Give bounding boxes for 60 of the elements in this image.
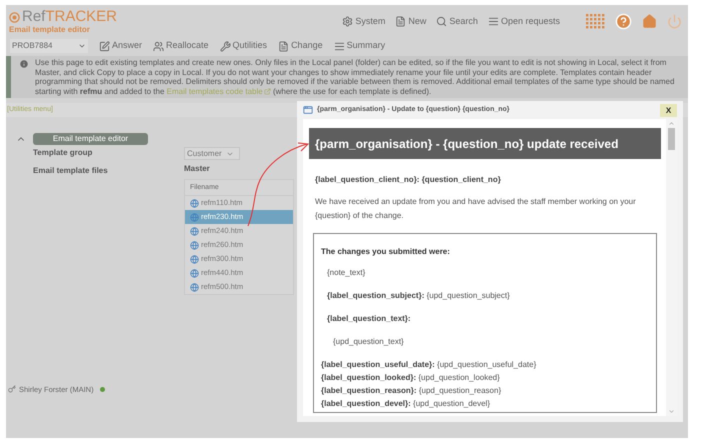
key-icon: [8, 385, 16, 394]
field-line: {label_question_looked}: {upd_question_looked}: [321, 372, 501, 384]
info-text: Use this page to edit existing templates and create new ones. Only files in the Local panel (folder) can be edited, so if the file you want to edit is not showing in Local, select it from Master, and click Copy to place a copy in Local. If you do not want your changes to show immediately rename your file until your edits are complete. Templates contain header programming that should not be removed. Delimiters should only be removed if the variable between them is removed. Additional email templates of the same type should be named starting with refmu and added to the Email templates code table (where the use for each template is defined).: [35, 58, 676, 96]
field-line: {label_question_subject}: {upd_question_subject}: [327, 290, 511, 302]
group-select[interactable]: Customer: [184, 147, 240, 160]
tools-icon: [220, 40, 231, 52]
field-line: {label_question_devel}: {upd_question_devel}: [321, 398, 492, 410]
help-icon[interactable]: [615, 13, 632, 30]
browser-file-icon: [190, 198, 199, 208]
power-icon[interactable]: [667, 14, 682, 29]
gear-icon: [342, 16, 354, 27]
client-line: {label_question_client_no}: {question_client_no}: [315, 174, 502, 186]
panel-title: Master: [184, 163, 211, 175]
nav-link[interactable]: New: [395, 14, 426, 28]
browser-file-icon: [190, 254, 199, 264]
window-icon: [303, 105, 313, 115]
browser-file-icon: [190, 282, 199, 292]
email-heading: {parm_organisation} - {question_no} update received: [309, 128, 661, 159]
nav-link[interactable]: Search: [436, 14, 478, 28]
scroll-up-icon[interactable]: [668, 120, 675, 127]
close-button[interactable]: X: [660, 104, 677, 116]
placeholder-text: {note_text}: [327, 267, 366, 279]
field-label: Email template files: [33, 165, 109, 177]
document-icon: [278, 40, 290, 52]
field-line: {label_question_reason}: {upd_question_reason}: [321, 385, 502, 397]
logo-icon: [9, 12, 20, 22]
section-button[interactable]: Email template editor: [33, 133, 148, 145]
field-label: {label_question_text}:: [327, 313, 412, 325]
toolbar-button[interactable]: Answer: [99, 39, 142, 53]
pencil-icon: [99, 40, 110, 52]
nav-link[interactable]: System: [342, 14, 386, 28]
browser-file-icon: [190, 240, 199, 250]
people-icon: [153, 40, 164, 52]
scroll-down-icon[interactable]: [668, 408, 675, 415]
scroll-thumb[interactable]: [668, 128, 675, 150]
home-icon[interactable]: [642, 14, 657, 29]
toolbar-button[interactable]: Reallocate: [153, 39, 209, 53]
placeholder-text: {upd_question_text}: [333, 336, 405, 348]
toolbar-button[interactable]: Qutilities: [220, 39, 268, 53]
browser-file-icon: [190, 268, 199, 278]
external-link-icon: [264, 88, 271, 95]
info-icon: [19, 59, 29, 69]
app-logo: RefTRACKER: [22, 9, 118, 25]
document-icon: [395, 16, 406, 27]
field-label: Template group: [33, 147, 94, 159]
email-message: We have received an update from you and have advised the staff member working on your {question} of the change.: [315, 196, 637, 222]
search-icon: [436, 16, 448, 27]
nav-link[interactable]: Open requests: [488, 14, 560, 28]
list-icon: [488, 16, 499, 27]
page-subtitle: Email template editor: [9, 25, 91, 35]
list-icon: [334, 40, 345, 52]
browser-file-icon: [190, 212, 199, 222]
field-line: {label_question_useful_date}: {upd_question_useful_date}: [321, 359, 538, 371]
toolbar-button[interactable]: Change: [278, 39, 323, 53]
request-select[interactable]: PROB7884: [10, 39, 88, 53]
apps-grid-icon[interactable]: [586, 14, 605, 29]
box-heading: The changes you submitted were:: [321, 246, 451, 258]
dropdown-icon: [78, 42, 86, 50]
browser-file-icon: [190, 226, 199, 236]
toolbar-button[interactable]: Summary: [334, 39, 386, 53]
